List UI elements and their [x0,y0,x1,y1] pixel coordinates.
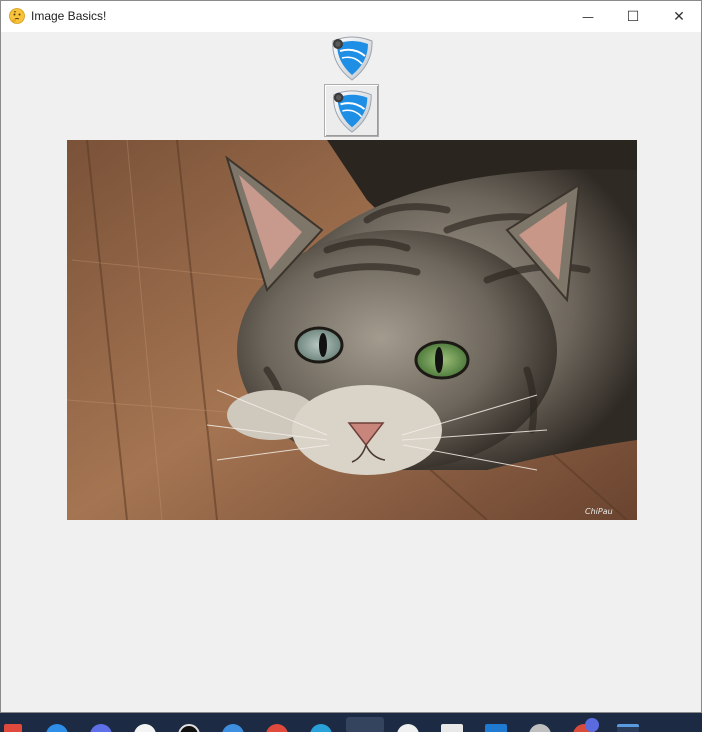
taskbar-app-icon[interactable] [585,718,599,732]
taskbar-app-icon[interactable] [346,717,384,732]
taskbar-app-icon[interactable] [178,724,200,732]
title-bar[interactable]: Image Basics! — ☐ ✕ [1,1,701,32]
maximize-icon: ☐ [626,8,640,25]
shield-button[interactable] [324,84,379,137]
photo-signature: ChiPau [585,507,613,516]
taskbar-app-icon[interactable] [485,724,507,732]
shield-icon [332,89,372,133]
cat-photo: ChiPau [67,140,637,520]
taskbar-app-icon[interactable] [222,724,244,732]
taskbar-app-icon[interactable] [4,724,22,732]
taskbar-app-icon[interactable] [266,724,288,732]
taskbar-app-icon[interactable] [617,724,639,732]
taskbar-app-icon[interactable] [134,724,156,732]
minimize-button[interactable]: — [565,1,611,32]
thinking-face-icon [9,8,25,24]
close-icon: ✕ [673,8,685,25]
taskbar-app-icon[interactable] [90,724,112,732]
minimize-icon: — [582,9,594,24]
maximize-button[interactable]: ☐ [610,1,656,32]
close-button[interactable]: ✕ [656,1,701,32]
window-title: Image Basics! [31,9,107,23]
taskbar-app-icon[interactable] [441,724,463,732]
shield-icon [332,36,373,81]
taskbar-app-icon[interactable] [46,724,68,732]
taskbar-app-icon[interactable] [397,724,419,732]
taskbar [0,713,702,732]
app-window: Image Basics! — ☐ ✕ ChiPau [0,0,702,713]
taskbar-app-icon[interactable] [310,724,332,732]
taskbar-app-icon[interactable] [529,724,551,732]
